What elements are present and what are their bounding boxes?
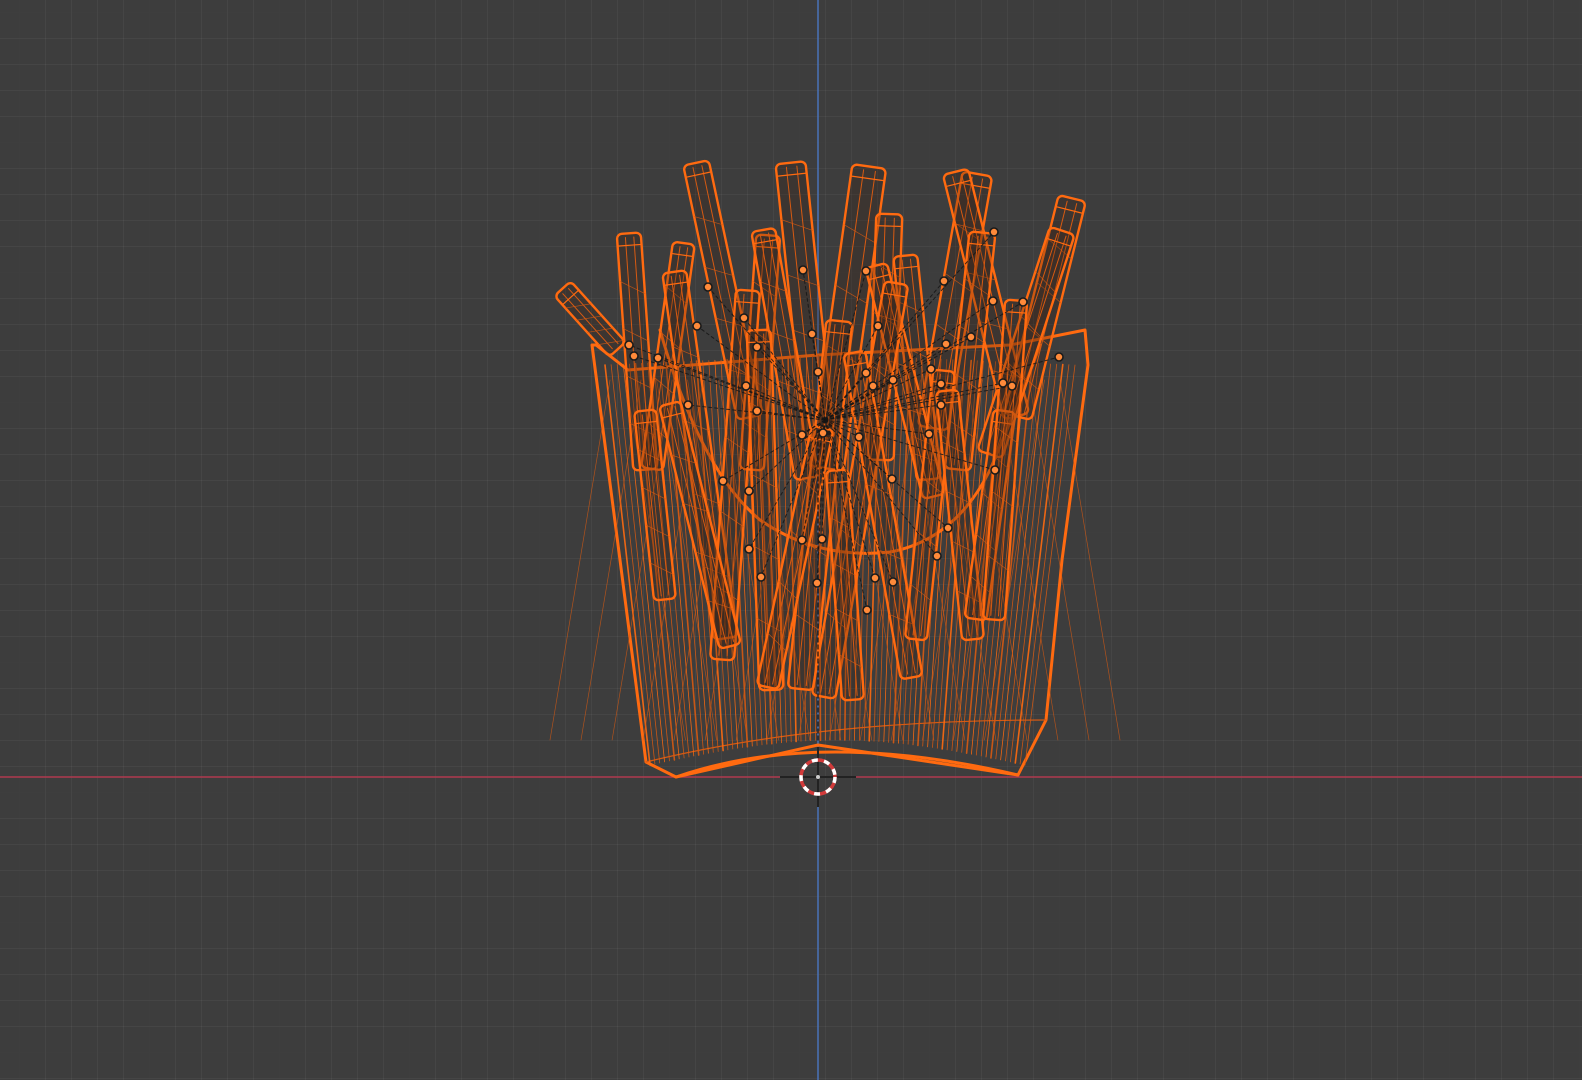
object-origin-dot: [744, 486, 754, 496]
object-origin-dot: [943, 523, 953, 533]
object-origin-dot: [861, 368, 871, 378]
object-origin-dot: [653, 353, 663, 363]
3d-viewport[interactable]: [0, 0, 1582, 1080]
fry-cap-edge: [746, 341, 772, 344]
fries-wireframe-object[interactable]: [549, 159, 1121, 779]
viewport-scene[interactable]: [0, 0, 1582, 1080]
object-origin-dot: [807, 329, 817, 339]
object-origin-dot: [818, 428, 828, 438]
object-origin-dot: [817, 534, 827, 544]
object-origin-dot: [888, 375, 898, 385]
object-origin-dot: [998, 378, 1008, 388]
3d-cursor-icon[interactable]: [780, 747, 856, 807]
object-origin-dot: [797, 535, 807, 545]
object-origin-dot: [941, 339, 951, 349]
object-origin-dot: [873, 321, 883, 331]
object-origin-dot: [868, 381, 878, 391]
object-origin-dot: [926, 364, 936, 374]
object-origin-dot: [988, 296, 998, 306]
object-origin-dot: [924, 429, 934, 439]
object-origin-dot: [752, 406, 762, 416]
object-origin-dot: [1018, 297, 1028, 307]
object-origin-dot: [629, 351, 639, 361]
object-origin-dot: [752, 342, 762, 352]
object-origin-dot: [939, 276, 949, 286]
object-origin-dot: [966, 332, 976, 342]
object-origin-dot: [936, 400, 946, 410]
object-origin-dot: [887, 474, 897, 484]
object-origin-dot: [741, 381, 751, 391]
object-origin-dot: [870, 573, 880, 583]
fry-outline: [555, 282, 625, 356]
object-origin-dot: [888, 577, 898, 587]
object-origin-dot: [854, 432, 864, 442]
carton-mesh-line: [1059, 379, 1121, 741]
object-origin-dot: [1007, 381, 1017, 391]
object-origin-dot: [624, 340, 634, 350]
fry-stick: [555, 282, 625, 356]
object-origin-dot: [718, 476, 728, 486]
object-origin-dot: [683, 400, 693, 410]
object-origin-dot: [813, 367, 823, 377]
cursor-center-dot: [816, 775, 820, 779]
object-origin-dot: [862, 605, 872, 615]
object-origin-dot: [798, 265, 808, 275]
object-origin-dot: [744, 544, 754, 554]
object-origin-dot: [861, 266, 871, 276]
object-origin-dot: [990, 465, 1000, 475]
object-origin-dot: [932, 551, 942, 561]
object-origin-dot: [739, 313, 749, 323]
object-origin-dot: [756, 572, 766, 582]
object-origin-dot: [936, 379, 946, 389]
object-origin-dot: [812, 578, 822, 588]
carton-mesh-line: [549, 379, 611, 741]
object-origin-dot: [989, 227, 999, 237]
object-origin-dot: [692, 321, 702, 331]
object-origin-dot: [1054, 352, 1064, 362]
object-origin-dot: [797, 430, 807, 440]
object-origin-dot: [703, 282, 713, 292]
